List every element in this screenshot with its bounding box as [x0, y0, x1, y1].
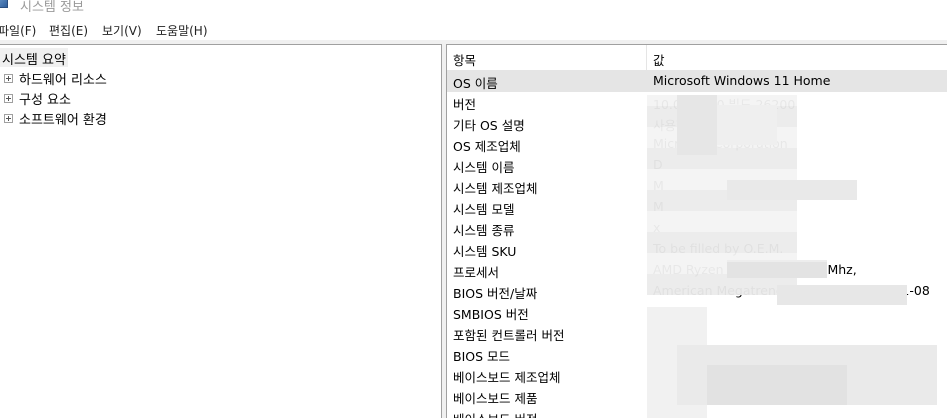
table-row[interactable]: OS 이름 Microsoft Windows 11 Home [447, 71, 947, 92]
row-item-name: 시스템 모델 [453, 202, 515, 217]
row-item-name: 프로세서 [453, 265, 500, 280]
row-item-name: BIOS 모드 [453, 349, 511, 364]
row-item-name: 버전 [453, 97, 477, 112]
pixelation-mask [677, 95, 717, 155]
title-bar: 시스템 정보 [0, 0, 947, 20]
row-item-name: 베이스보드 제품 [453, 391, 538, 406]
menu-file[interactable]: 파일(F) [0, 22, 36, 39]
tree-item-label: 소프트웨어 환경 [19, 113, 107, 128]
column-header-item[interactable]: 항목 [453, 50, 476, 69]
column-header: 항목 값 [447, 45, 947, 71]
menu-help[interactable]: 도움말(H) [156, 22, 208, 39]
system-info-icon [0, 0, 8, 8]
menu-edit[interactable]: 편집(E) [49, 22, 88, 39]
row-item-name: 시스템 SKU [453, 244, 517, 259]
pixelation-mask [777, 285, 907, 305]
pixelation-mask [727, 262, 827, 278]
category-tree[interactable]: 시스템 요약 하드웨어 리소스 구성 요소 소프트웨어 환경 [0, 44, 442, 418]
expand-plus-icon[interactable] [4, 94, 13, 103]
expand-plus-icon[interactable] [4, 114, 13, 123]
row-item-name: 시스템 이름 [453, 160, 515, 175]
row-item-name: 시스템 종류 [453, 223, 515, 238]
row-item-name: 포함된 컨트롤러 버전 [453, 328, 565, 343]
row-item-name: BIOS 버전/날짜 [453, 286, 538, 301]
row-item-value: Microsoft Windows 11 Home [653, 73, 831, 88]
row-item-name: OS 이름 [453, 76, 498, 91]
row-item-name: 시스템 제조업체 [453, 181, 538, 196]
row-item-name: 베이스보드 버전 [453, 409, 537, 418]
column-divider[interactable] [646, 45, 647, 71]
tree-item-label: 구성 요소 [19, 93, 71, 108]
pixelation-mask [727, 180, 857, 200]
expand-plus-icon[interactable] [4, 74, 13, 83]
tree-item-label: 하드웨어 리소스 [19, 73, 107, 88]
row-item-name: 기타 OS 설명 [453, 118, 525, 133]
menu-view[interactable]: 보기(V) [102, 22, 142, 39]
row-item-name: SMBIOS 버전 [453, 307, 529, 322]
row-item-name: 베이스보드 제조업체 [453, 370, 561, 385]
tree-item-system-summary[interactable]: 시스템 요약 [0, 48, 68, 68]
pixelation-mask [707, 365, 847, 405]
pixelation-mask [717, 105, 777, 145]
tree-item-label: 시스템 요약 [2, 53, 66, 68]
column-header-value[interactable]: 값 [653, 50, 665, 69]
details-list[interactable]: 항목 값 OS 이름Microsoft Windows 11 Home버전10.… [446, 44, 947, 418]
row-item-name: OS 제조업체 [453, 139, 521, 154]
menu-bar: 파일(F) 편집(E) 보기(V) 도움말(H) [0, 20, 947, 40]
window-title: 시스템 정보 [20, 0, 84, 15]
